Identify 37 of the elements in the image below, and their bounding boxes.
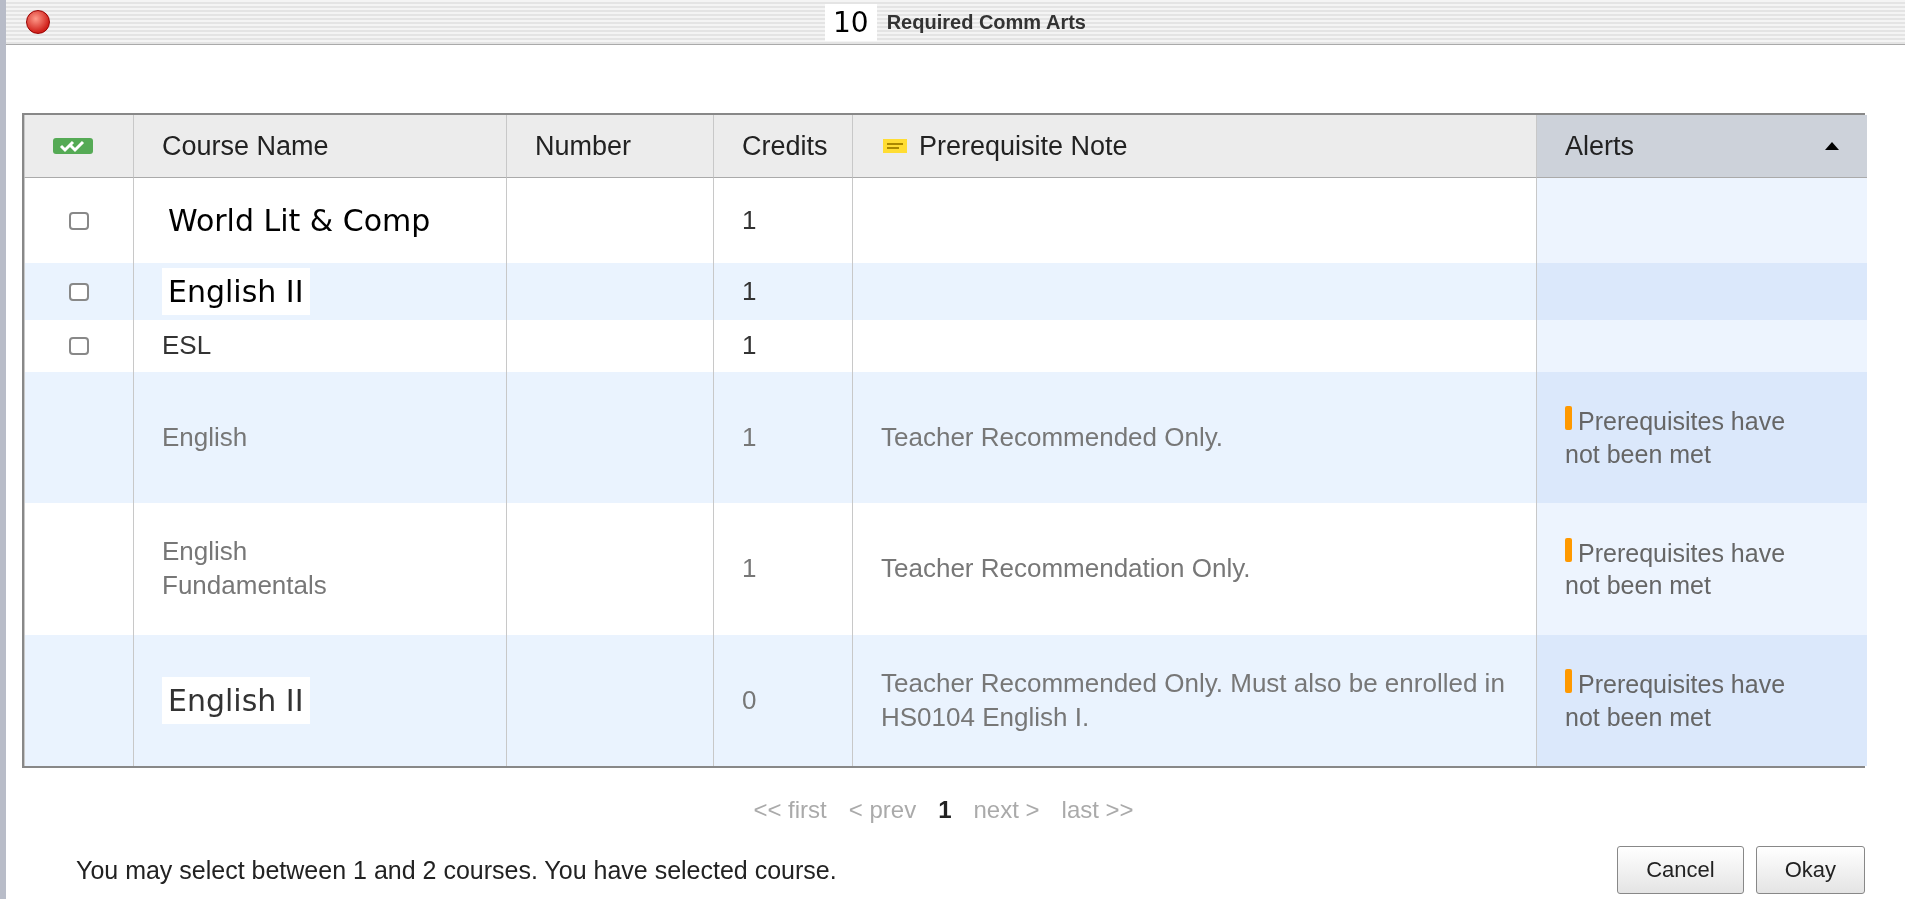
header-label: Alerts xyxy=(1565,130,1635,162)
sort-up-icon xyxy=(1825,142,1839,150)
header-label: Credits xyxy=(742,130,828,162)
course-name: English xyxy=(162,420,248,454)
column-header[interactable]: Course Name xyxy=(133,115,506,178)
course-name: English II xyxy=(162,268,310,315)
table-cell: 0 xyxy=(713,635,852,766)
header-label: Number xyxy=(535,130,632,162)
step-number: 10 xyxy=(825,3,877,41)
column-header[interactable]: Number xyxy=(506,115,713,178)
table-cell: Teacher Recommended Only. Must also be enrolled in HS0104 English I. xyxy=(852,635,1536,766)
window-title: Required Comm Arts xyxy=(886,10,1086,34)
column-header[interactable]: Credits xyxy=(713,115,852,178)
note-icon xyxy=(881,136,909,156)
column-header[interactable]: Alerts xyxy=(1536,115,1867,178)
table-cell: 1 xyxy=(713,372,852,503)
current-page[interactable]: 1 xyxy=(938,796,952,824)
course-name: English Fundamentals xyxy=(162,535,328,602)
course-name: ESL xyxy=(162,329,212,363)
table-cell: 1 xyxy=(713,263,852,320)
close-button[interactable] xyxy=(26,10,50,34)
cancel-button[interactable]: Cancel xyxy=(1617,846,1744,894)
alert-text: Prerequisites have not been met xyxy=(1565,536,1787,601)
column-header[interactable]: Prerequisite Note xyxy=(852,115,1536,178)
row-checkbox[interactable] xyxy=(69,282,89,301)
status-text: You may select between 1 and 2 courses. You have selected course. xyxy=(76,855,837,885)
okay-button[interactable]: Okay xyxy=(1755,846,1865,894)
table-cell: Teacher Recommended Only. xyxy=(852,372,1536,503)
row-checkbox[interactable] xyxy=(69,337,89,355)
course-name: English II xyxy=(162,677,310,724)
alert-text: Prerequisites have not been met xyxy=(1565,405,1787,470)
column-header[interactable] xyxy=(24,115,133,178)
header-label: Prerequisite Note xyxy=(919,130,1128,162)
header-label: Course Name xyxy=(162,130,329,162)
check-all-icon xyxy=(53,138,93,154)
row-checkbox[interactable] xyxy=(69,211,89,230)
alert-text: Prerequisites have not been met xyxy=(1565,668,1787,733)
